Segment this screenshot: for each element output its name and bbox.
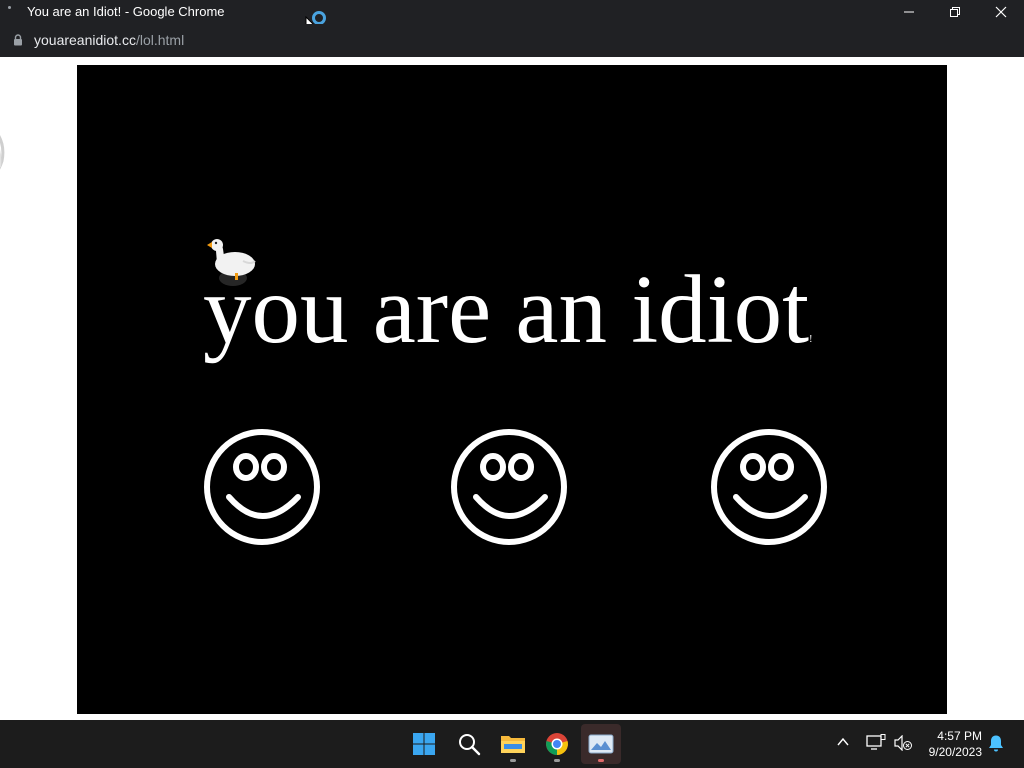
restore-icon xyxy=(950,7,960,17)
image-viewer-icon xyxy=(588,734,614,754)
minimize-button[interactable] xyxy=(886,0,932,24)
search-icon xyxy=(459,734,481,756)
headline-text: you are an idiot xyxy=(203,256,810,363)
taskbar-active-app[interactable] xyxy=(581,724,621,764)
window-title: You are an Idiot! - Google Chrome xyxy=(27,4,225,19)
notification-bell-icon[interactable] xyxy=(987,734,1005,752)
clock-date: 9/20/2023 xyxy=(928,745,982,759)
running-indicator xyxy=(554,759,560,762)
windows-start-icon xyxy=(413,733,435,755)
smiley-face-icon xyxy=(451,429,567,545)
taskbar-file-explorer[interactable] xyxy=(493,724,533,764)
lock-icon[interactable] xyxy=(13,34,23,46)
page-content: you are an idiot! xyxy=(0,57,1024,720)
smiley-face-icon xyxy=(711,429,827,545)
running-indicator xyxy=(598,759,604,762)
volume-muted-icon[interactable] xyxy=(894,735,912,751)
taskbar: 4:57 PM 9/20/2023 xyxy=(0,720,1024,768)
running-indicator xyxy=(510,759,516,762)
folder-icon xyxy=(501,736,525,753)
minimize-icon xyxy=(904,11,914,13)
chevron-up-icon[interactable] xyxy=(836,735,850,749)
clock-time: 4:57 PM xyxy=(937,729,982,743)
system-clock[interactable]: 4:57 PM 9/20/2023 xyxy=(918,728,982,760)
url-path: /lol.html xyxy=(135,32,185,48)
close-icon xyxy=(995,6,1007,18)
restore-button[interactable] xyxy=(932,0,978,24)
chrome-icon xyxy=(546,733,568,755)
network-icon[interactable] xyxy=(866,734,886,752)
smiley-face-icon xyxy=(204,429,320,545)
taskbar-chrome[interactable] xyxy=(537,724,577,764)
start-button[interactable] xyxy=(404,724,444,764)
taskbar-search-button[interactable] xyxy=(449,724,489,764)
address-bar[interactable]: youareanidiot.cc/lol.html xyxy=(0,24,1024,57)
close-button[interactable] xyxy=(978,0,1024,24)
desktop-goose-icon[interactable] xyxy=(199,231,259,289)
headline-trailing-mark: ! xyxy=(809,334,813,345)
window-titlebar[interactable]: You are an Idiot! - Google Chrome xyxy=(0,0,1024,37)
url-host: youareanidiot.cc xyxy=(34,32,136,48)
favicon-icon xyxy=(8,6,11,9)
url-text[interactable]: youareanidiot.cc/lol.html xyxy=(34,32,184,48)
idiot-stage: you are an idiot! xyxy=(77,65,947,714)
window-trail-artifact xyxy=(0,135,5,170)
headline: you are an idiot! xyxy=(203,261,812,358)
